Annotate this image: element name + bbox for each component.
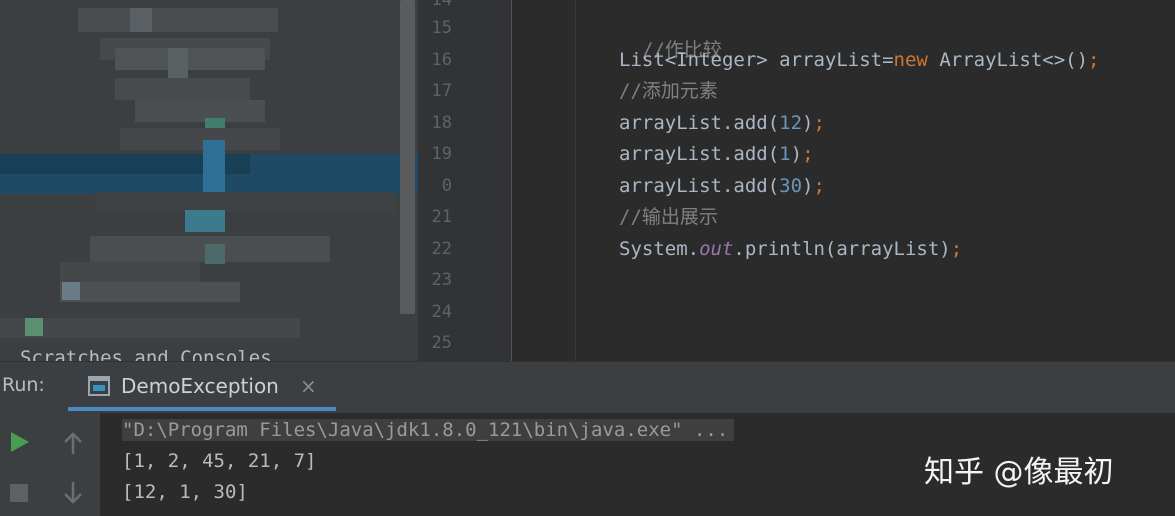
code-text: ): [790, 143, 803, 165]
run-tab-label: DemoException: [121, 374, 279, 398]
line-number: 24: [431, 302, 452, 322]
project-scrollbar[interactable]: [400, 0, 415, 314]
code-static-field: out: [699, 238, 734, 260]
line-number: 25: [431, 333, 452, 353]
line-number: 15: [431, 18, 452, 38]
run-label: Run:: [2, 374, 45, 396]
close-icon[interactable]: ×: [300, 374, 317, 398]
blurred-tree-row: [115, 78, 250, 100]
line-number: 0: [441, 176, 452, 196]
blurred-tree-row: [60, 262, 200, 282]
arrow-up-icon[interactable]: [62, 430, 84, 456]
code-text: arrayList.add(: [619, 143, 780, 165]
code-line-16[interactable]: List<Integer> arrayList=new ArrayList<>(…: [619, 49, 1099, 71]
blurred-tree-row: [135, 100, 265, 122]
code-keyword: new: [893, 49, 928, 71]
blurred-tree-row: [205, 244, 225, 264]
indent-guide: [575, 0, 576, 361]
blurred-tree-row: [60, 282, 240, 302]
code-number: 30: [779, 175, 803, 197]
console-window-icon: [88, 376, 110, 396]
line-number: 14: [431, 0, 452, 10]
console-line: [1, 2, 45, 21, 7]: [122, 450, 317, 472]
code-number: 1: [779, 143, 791, 165]
rerun-icon[interactable]: [9, 430, 31, 454]
line-number: 22: [431, 239, 452, 259]
code-text: System.: [619, 238, 700, 260]
zhihu-watermark: 知乎 @像最初: [924, 455, 1114, 490]
code-line-18[interactable]: arrayList.add(12);: [619, 112, 825, 134]
code-line-20[interactable]: arrayList.add(30);: [619, 175, 825, 197]
code-text: arrayList.add(: [619, 175, 780, 197]
line-number: 16: [431, 50, 452, 70]
code-text: List<Integer> arrayList=: [619, 49, 894, 71]
code-text: ): [802, 112, 814, 134]
blurred-tree-row: [0, 318, 300, 338]
code-semicolon: ;: [950, 238, 963, 260]
blurred-tree-row: [78, 8, 278, 32]
code-comment: //添加元素: [619, 80, 718, 102]
code-line-22[interactable]: System.out.println(arrayList);: [619, 238, 962, 260]
line-number: 17: [431, 81, 452, 101]
blurred-tree-row: [25, 318, 43, 336]
blurred-tree-row: [120, 128, 280, 150]
code-line-21[interactable]: //输出展示: [619, 206, 718, 228]
console-line: [12, 1, 30]: [122, 481, 248, 503]
blurred-tree-row: [130, 8, 152, 32]
scratches-and-consoles-item[interactable]: Scratches and Consoles: [20, 347, 272, 361]
console-line[interactable]: "D:\Program Files\Java\jdk1.8.0_121\bin\…: [122, 419, 735, 441]
line-number: 21: [431, 207, 452, 227]
line-number: 18: [431, 113, 452, 133]
code-semicolon: ;: [802, 143, 814, 165]
arrow-down-icon[interactable]: [62, 480, 84, 506]
blurred-tree-row: [62, 282, 80, 300]
code-number: 12: [779, 112, 803, 134]
code-text: arrayList.add(: [619, 112, 780, 134]
code-semicolon: ;: [813, 175, 825, 197]
code-semicolon: ;: [1088, 49, 1100, 71]
stop-icon[interactable]: [8, 482, 30, 504]
active-tab-indicator: [68, 407, 336, 411]
code-comment: //输出展示: [619, 206, 718, 228]
code-semicolon: ;: [813, 112, 825, 134]
java-command-line[interactable]: "D:\Program Files\Java\jdk1.8.0_121\bin\…: [122, 419, 735, 441]
code-text: .println(arrayList): [733, 238, 951, 260]
project-tool-window[interactable]: Scratches and Consoles: [0, 0, 418, 361]
code-line-17[interactable]: //添加元素: [619, 80, 718, 102]
blurred-tree-row: [95, 192, 395, 212]
line-number: 23: [431, 270, 452, 290]
blurred-tree-row: [115, 48, 265, 70]
code-text: ArrayList<>(): [927, 49, 1089, 71]
code-line-19[interactable]: arrayList.add(1);: [619, 143, 814, 165]
blurred-tree-row: [185, 210, 225, 232]
code-text: ): [802, 175, 814, 197]
line-number: 19: [431, 144, 452, 164]
